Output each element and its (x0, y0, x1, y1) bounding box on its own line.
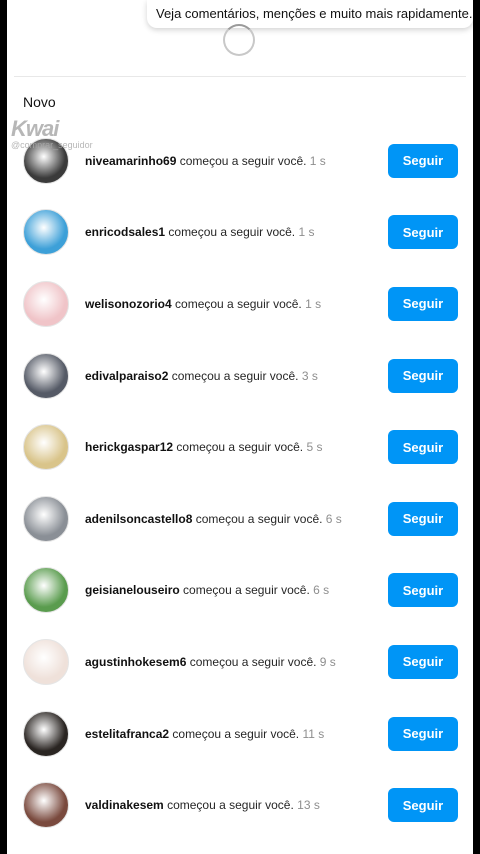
avatar[interactable] (23, 495, 69, 542)
timestamp: 1 s (309, 153, 326, 168)
watermark-handle: @comprar_seguidor (11, 140, 93, 150)
follow-button[interactable]: Seguir (388, 286, 458, 321)
action-text: começou a seguir você. (168, 225, 296, 240)
username[interactable]: nivea­marinho69 (85, 154, 176, 168)
notification-text: nivea­marinho69 começou a seguir você. 1… (85, 154, 377, 168)
action-text: começou a seguir você. (172, 726, 300, 741)
timestamp: 1 s (298, 225, 315, 240)
avatar[interactable] (23, 567, 69, 614)
avatar[interactable] (23, 280, 69, 327)
loading-spinner-icon (223, 24, 255, 56)
follow-button[interactable]: Seguir (388, 215, 458, 250)
notification-text: agustinhokesem6 começou a seguir você. 9… (85, 655, 377, 669)
action-text: começou a seguir você. (189, 654, 317, 669)
notification-row[interactable]: geisianelouseiro começou a seguir você. … (7, 555, 473, 627)
username[interactable]: agustinhokesem6 (85, 655, 186, 669)
avatar[interactable] (23, 352, 69, 399)
follow-button[interactable]: Seguir (388, 788, 458, 823)
watermark-brand: Kwai (11, 116, 59, 141)
username[interactable]: welisonozorio4 (85, 297, 172, 311)
divider (14, 76, 466, 77)
timestamp: 9 s (319, 654, 336, 669)
avatar[interactable] (23, 638, 69, 685)
action-text: começou a seguir você. (195, 511, 323, 526)
follow-button[interactable]: Seguir (388, 143, 458, 178)
follow-button[interactable]: Seguir (388, 430, 458, 465)
username[interactable]: edivalparaiso2 (85, 369, 168, 383)
username[interactable]: herickgaspar12 (85, 440, 173, 454)
notification-row[interactable]: enricodsales1 começou a seguir você. 1 s… (7, 197, 473, 269)
timestamp: 6 s (313, 583, 330, 598)
notification-text: adenilsoncastello8 começou a seguir você… (85, 512, 377, 526)
notification-list: nivea­marinho69 começou a seguir você. 1… (7, 125, 473, 841)
follow-button[interactable]: Seguir (388, 501, 458, 536)
action-text: começou a seguir você. (183, 583, 310, 598)
kwai-watermark: Kwai @comprar_seguidor (11, 116, 93, 150)
action-text: começou a seguir você. (179, 153, 307, 168)
notification-text: estelitafranca2 começou a seguir você. 1… (85, 727, 377, 741)
follow-button[interactable]: Seguir (388, 644, 458, 679)
timestamp: 11 s (302, 726, 325, 741)
follow-button[interactable]: Seguir (388, 573, 458, 608)
username[interactable]: enricodsales1 (85, 225, 165, 239)
action-text: começou a seguir você. (175, 296, 302, 311)
username[interactable]: geisianelouseiro (85, 583, 180, 597)
notification-text: edivalparaiso2 começou a seguir você. 3 … (85, 369, 377, 383)
timestamp: 6 s (325, 511, 342, 526)
timestamp: 5 s (306, 440, 323, 455)
notification-text: enricodsales1 começou a seguir você. 1 s (85, 225, 377, 239)
notification-row[interactable]: agustinhokesem6 começou a seguir você. 9… (7, 626, 473, 698)
notification-row[interactable]: herickgaspar12 começou a seguir você. 5 … (7, 411, 473, 483)
notifications-screen: Veja comentários, menções e muito mais r… (7, 0, 473, 854)
avatar[interactable] (23, 209, 69, 256)
notification-row[interactable]: valdinakesem começou a seguir você. 13 s… (7, 769, 473, 841)
timestamp: 1 s (305, 296, 322, 311)
avatar[interactable] (23, 424, 69, 471)
notification-text: herickgaspar12 começou a seguir você. 5 … (85, 440, 377, 454)
notification-row[interactable]: welisonozorio4 começou a seguir você. 1 … (7, 268, 473, 340)
notification-text: geisianelouseiro começou a seguir você. … (85, 583, 377, 597)
username[interactable]: estelitafranca2 (85, 727, 169, 741)
timestamp: 13 s (297, 798, 320, 813)
username[interactable]: adenilsoncastello8 (85, 512, 192, 526)
notification-row[interactable]: adenilsoncastello8 começou a seguir você… (7, 483, 473, 555)
follow-button[interactable]: Seguir (388, 716, 458, 751)
timestamp: 3 s (301, 368, 318, 383)
notification-row[interactable]: edivalparaiso2 começou a seguir você. 3 … (7, 340, 473, 412)
action-text: começou a seguir você. (176, 440, 304, 455)
notification-banner[interactable]: Veja comentários, menções e muito mais r… (147, 0, 473, 28)
username[interactable]: valdinakesem (85, 798, 164, 812)
notification-text: welisonozorio4 começou a seguir você. 1 … (85, 297, 377, 311)
action-text: começou a seguir você. (167, 798, 294, 813)
action-text: começou a seguir você. (171, 368, 299, 383)
avatar[interactable] (23, 710, 69, 757)
section-title: Novo (23, 94, 56, 110)
notification-text: valdinakesem começou a seguir você. 13 s (85, 798, 377, 812)
notification-row[interactable]: estelitafranca2 começou a seguir você. 1… (7, 698, 473, 770)
follow-button[interactable]: Seguir (388, 358, 458, 393)
avatar[interactable] (23, 782, 69, 829)
